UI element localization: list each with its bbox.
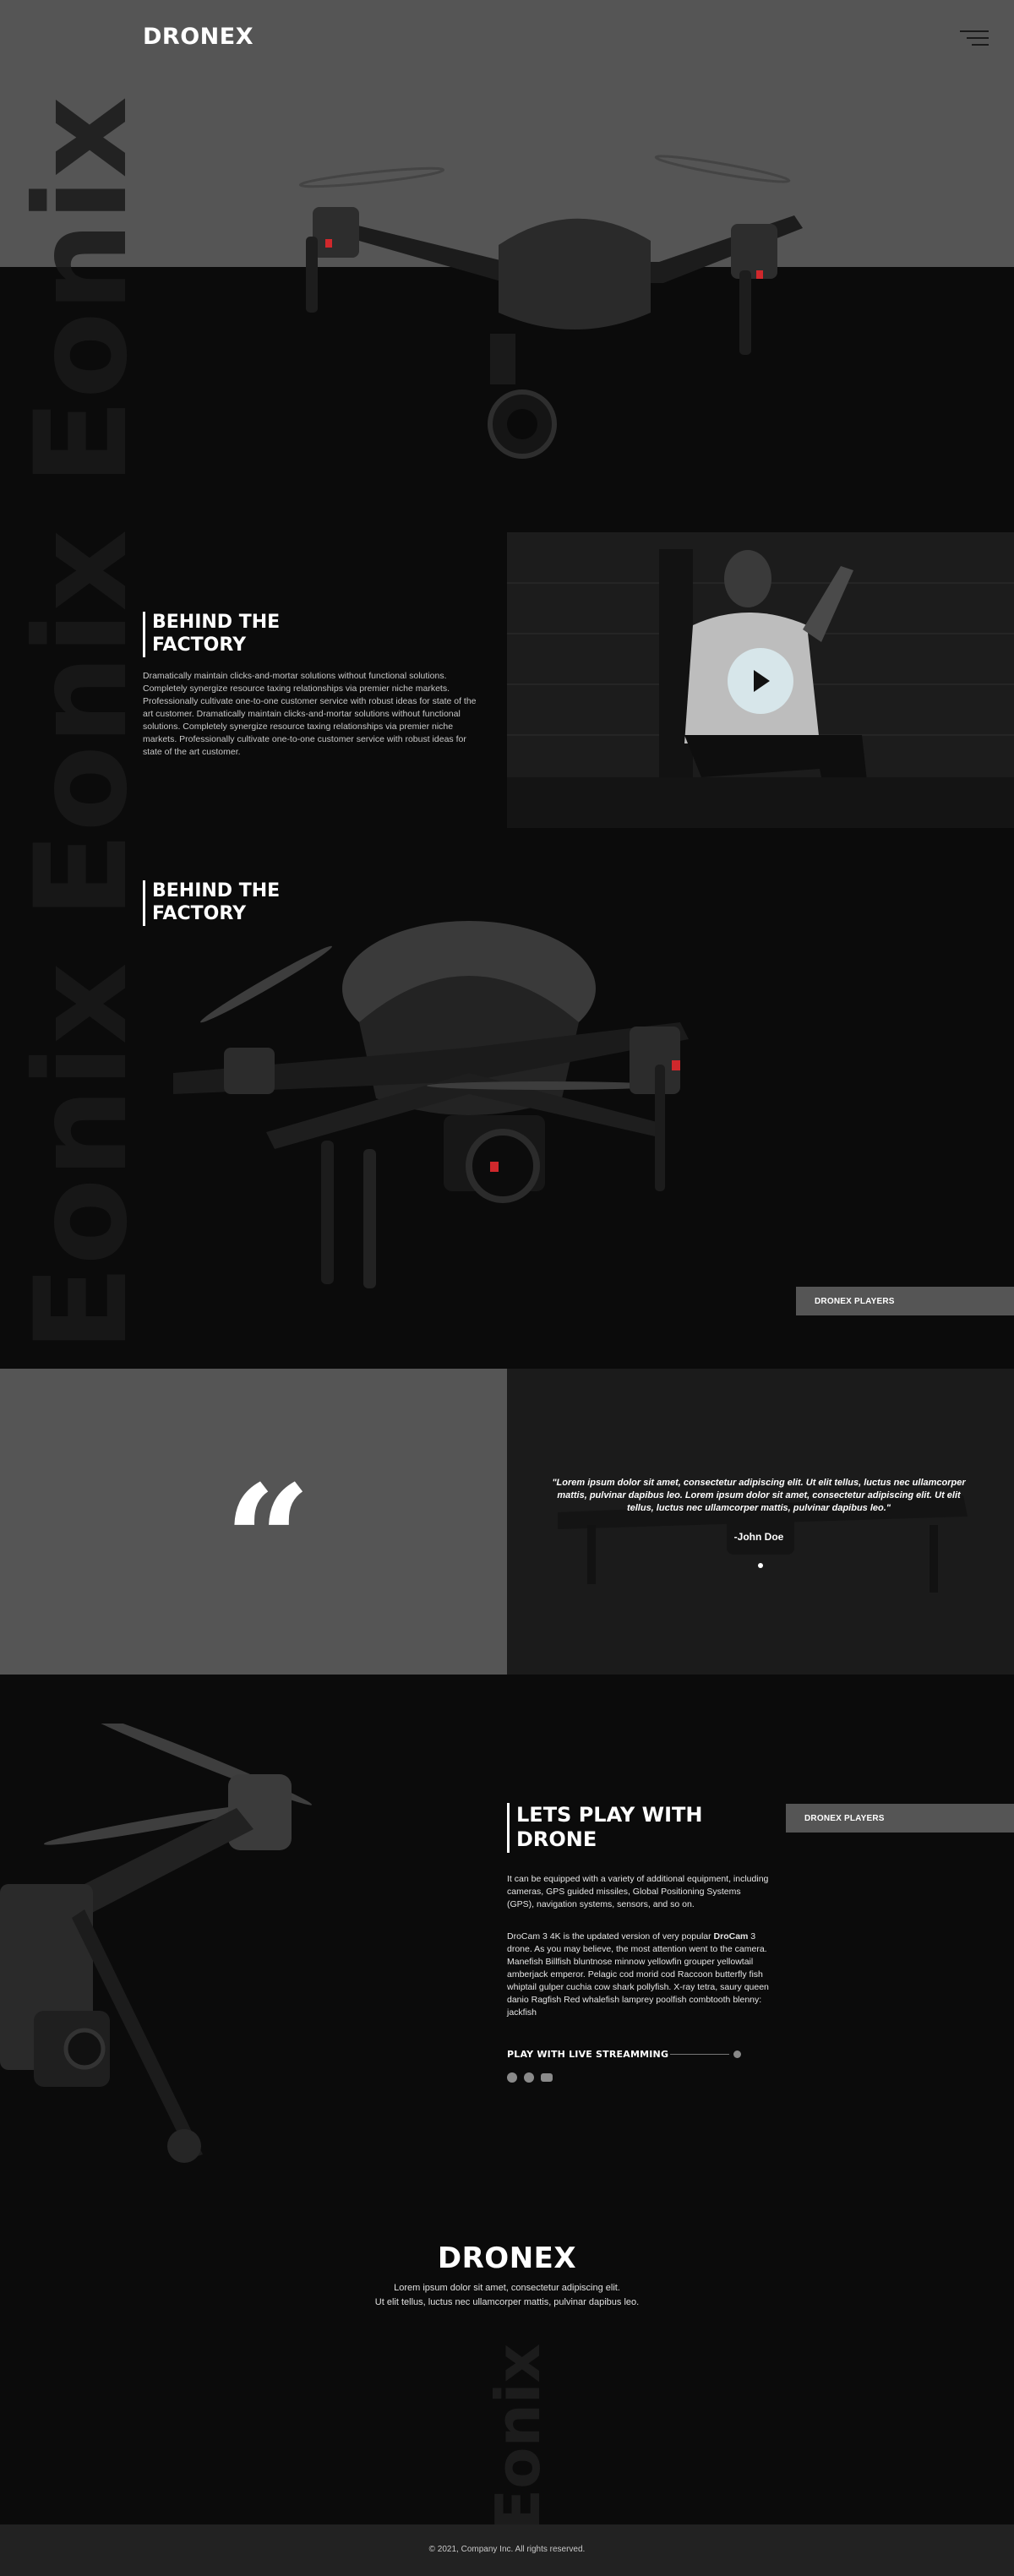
play-paragraph-2-text-after: 3 drone. As you may believe, the most at… bbox=[507, 1931, 769, 2018]
facebook-icon[interactable] bbox=[507, 2072, 517, 2083]
footer-description-line1: Lorem ipsum dolor sit amet, consectetur … bbox=[394, 2283, 620, 2293]
footer-watermark-text: Eonix bbox=[482, 2344, 549, 2530]
factory-title-line1: BEHIND THE bbox=[152, 612, 281, 633]
footer-brand[interactable]: DRONEX bbox=[0, 2241, 1014, 2275]
footer-vertical-watermark-svg: Eonix bbox=[482, 2344, 549, 2530]
testimonial-text: "Lorem ipsum dolor sit amet, consectetur… bbox=[552, 1478, 966, 1513]
youtube-icon[interactable] bbox=[541, 2073, 553, 2082]
dronex-players-button[interactable]: DRONEX PLAYERS bbox=[796, 1287, 1014, 1315]
live-streaming-dot bbox=[733, 2050, 741, 2058]
play-title-line2: DRONE bbox=[516, 1827, 597, 1852]
vertical-watermark: Eonix Eonix Eonix bbox=[8, 51, 135, 1352]
live-streaming-line bbox=[670, 2054, 729, 2055]
footer-vertical-watermark: Eonix bbox=[473, 2306, 549, 2535]
quote-mark-icon: “ bbox=[224, 1452, 312, 1631]
factory-paragraph: Dramatically maintain clicks-and-mortar … bbox=[143, 671, 477, 757]
live-streaming-link[interactable]: PLAY WITH LIVE STREAMMING bbox=[507, 2049, 668, 2060]
vertical-watermark-text: Eonix Eonix Eonix bbox=[8, 96, 135, 1352]
factory-title-line2: FACTORY bbox=[152, 634, 247, 656]
testimonial-right-panel bbox=[507, 1369, 1014, 1675]
testimonial-author: -John Doe bbox=[733, 1531, 784, 1543]
instagram-icon[interactable] bbox=[524, 2072, 534, 2083]
side-drone-image bbox=[0, 1724, 313, 2163]
hamburger-icon bbox=[960, 30, 989, 32]
play-icon bbox=[754, 670, 770, 692]
factory-title: BEHIND THE FACTORY bbox=[143, 612, 280, 657]
play-title-line1: LETS PLAY WITH bbox=[516, 1803, 703, 1827]
footer-description: Lorem ipsum dolor sit amet, consectetur … bbox=[0, 2281, 1014, 2310]
play-paragraph-2-text: DroCam 3 4K is the updated version of ve… bbox=[507, 1931, 714, 1942]
large-drone-image bbox=[173, 921, 689, 1288]
play-paragraph-2: DroCam 3 4K is the updated version of ve… bbox=[507, 1931, 769, 2019]
hamburger-menu-button[interactable] bbox=[960, 29, 989, 47]
testimonial-drone-background bbox=[507, 1369, 1014, 1675]
testimonial-pagination-dot[interactable] bbox=[758, 1563, 763, 1568]
hero-drone-image bbox=[298, 155, 803, 459]
play-video-button[interactable] bbox=[728, 648, 793, 714]
vertical-watermark-svg: Eonix Eonix Eonix bbox=[8, 96, 135, 1352]
hamburger-line bbox=[967, 37, 989, 39]
hamburger-line bbox=[972, 44, 989, 46]
copyright-text: © 2021, Company Inc. All rights reserved… bbox=[428, 2545, 586, 2554]
play-paragraph-1: It can be equipped with a variety of add… bbox=[507, 1874, 769, 1909]
play-title: LETS PLAY WITH DRONE bbox=[507, 1803, 702, 1853]
play-paragraph-2-bold: DroCam bbox=[713, 1931, 749, 1942]
logo[interactable]: DRONEX bbox=[143, 24, 254, 50]
dronex-players-button-2[interactable]: DRONEX PLAYERS bbox=[786, 1804, 1014, 1833]
